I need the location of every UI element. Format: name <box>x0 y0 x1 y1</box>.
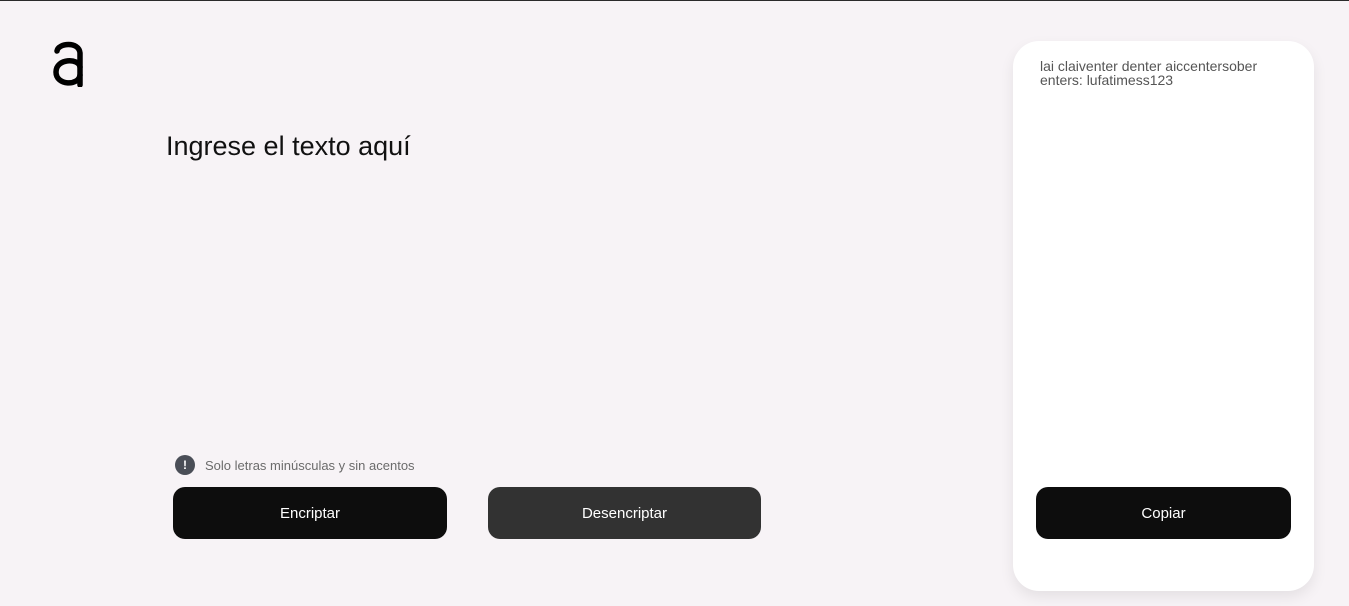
hint-text: Solo letras minúsculas y sin acentos <box>205 457 415 473</box>
encrypt-button[interactable]: Encriptar <box>173 487 447 539</box>
copy-button[interactable]: Copiar <box>1036 487 1291 539</box>
hint: ! Solo letras minúsculas y sin acentos <box>175 455 415 475</box>
input-area <box>166 121 766 421</box>
decrypt-button[interactable]: Desencriptar <box>488 487 761 539</box>
text-input[interactable] <box>166 121 766 421</box>
exclamation-circle-icon: ! <box>175 455 195 475</box>
output-panel: lai claiventer denter aiccentersober ent… <box>1013 41 1314 591</box>
logo-icon <box>51 39 85 87</box>
output-text: lai claiventer denter aiccentersober ent… <box>1040 58 1258 88</box>
